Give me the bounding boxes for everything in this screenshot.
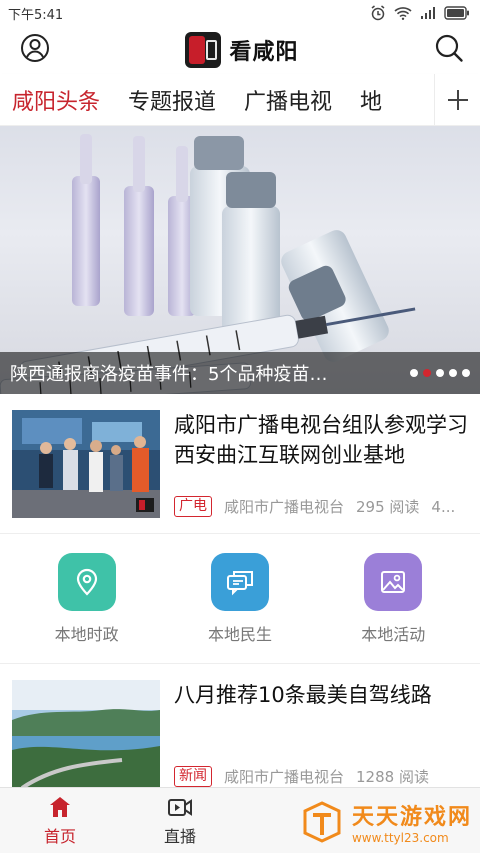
nav-label: 直播 — [163, 826, 196, 846]
watermark-logo-icon — [303, 801, 341, 843]
news-extra: 4... — [431, 497, 456, 516]
category-label: 本地活动 — [361, 624, 426, 644]
wifi-icon — [394, 7, 412, 20]
app-logo — [185, 32, 222, 68]
news-reads: 1288 阅读 — [356, 768, 429, 786]
tab-special-reports[interactable]: 专题报道 — [114, 84, 230, 116]
category-local-politics[interactable]: 本地时政 — [27, 552, 147, 645]
nav-home[interactable]: 首页 — [0, 788, 120, 853]
tab-local[interactable]: 地 — [346, 84, 396, 116]
add-channel-button[interactable] — [434, 74, 480, 125]
nav-label: 首页 — [43, 826, 76, 846]
news-source: 咸阳市广播电视台 — [224, 498, 345, 516]
channel-tabs: 咸阳头条 专题报道 广播电视 地 — [0, 74, 480, 126]
carousel-dot[interactable] — [462, 369, 470, 377]
news-tag: 新闻 — [174, 766, 212, 787]
news-source: 咸阳市广播电视台 — [224, 768, 345, 786]
category-shortcuts: 本地时政 本地民生 本地活动 — [0, 534, 480, 664]
alarm-icon — [371, 5, 385, 21]
carousel-dot[interactable] — [436, 369, 444, 377]
image-icon — [364, 552, 423, 611]
profile-icon[interactable] — [20, 33, 50, 67]
tab-broadcast-tv[interactable]: 广播电视 — [230, 84, 346, 116]
news-thumbnail — [12, 410, 160, 518]
news-meta: 新闻 咸阳市广播电视台 1288 阅读 — [174, 766, 468, 787]
carousel-dot[interactable] — [449, 369, 457, 377]
news-item[interactable]: 八月推荐10条最美自驾线路 新闻 咸阳市广播电视台 1288 阅读 — [0, 664, 480, 804]
battery-icon — [444, 6, 469, 20]
news-meta: 广电 咸阳市广播电视台 295 阅读 4... — [174, 496, 468, 517]
banner-carousel[interactable]: 陕西通报商洛疫苗事件：5个品种疫苗… — [0, 126, 480, 394]
news-title[interactable]: 八月推荐10条最美自驾线路 — [174, 680, 468, 710]
category-label: 本地民生 — [207, 624, 272, 644]
brand: 看咸阳 — [185, 32, 298, 68]
news-item[interactable]: 咸阳市广播电视台组队参观学习西安曲江互联网创业基地 广电 咸阳市广播电视台 29… — [0, 394, 480, 534]
carousel-indicators — [410, 369, 470, 377]
banner-title[interactable]: 陕西通报商洛疫苗事件：5个品种疫苗… — [10, 360, 327, 386]
category-label: 本地时政 — [54, 624, 119, 644]
news-reads: 295 阅读 — [356, 498, 420, 516]
status-bar: 下午5:41 — [0, 0, 480, 26]
location-pin-icon — [57, 552, 116, 611]
category-local-events[interactable]: 本地活动 — [333, 552, 453, 645]
banner-caption-bar: 陕西通报商洛疫苗事件：5个品种疫苗… — [0, 352, 480, 394]
news-title[interactable]: 咸阳市广播电视台组队参观学习西安曲江互联网创业基地 — [174, 410, 468, 470]
search-icon[interactable] — [434, 33, 464, 67]
status-time: 下午5:41 — [8, 7, 64, 23]
nav-live[interactable]: 直播 — [120, 788, 240, 853]
status-icons — [370, 5, 470, 21]
news-tag: 广电 — [174, 496, 212, 517]
watermark: 天天游戏网 www.ttyl23.com — [300, 799, 472, 845]
news-thumbnail — [12, 680, 160, 788]
live-video-icon — [168, 798, 192, 816]
category-local-livelihood[interactable]: 本地民生 — [180, 552, 300, 645]
watermark-url: www.ttyl23.com — [351, 831, 449, 845]
plus-icon — [447, 90, 468, 110]
chat-bubbles-icon — [210, 552, 269, 611]
watermark-title: 天天游戏网 — [351, 805, 472, 830]
carousel-dot-active[interactable] — [423, 369, 431, 377]
app-header: 看咸阳 — [0, 26, 480, 74]
app-name: 看咸阳 — [229, 39, 299, 65]
home-icon — [50, 796, 70, 817]
signal-icon — [421, 7, 435, 19]
tab-xianyang-headlines[interactable]: 咸阳头条 — [0, 84, 114, 116]
carousel-dot[interactable] — [410, 369, 418, 377]
